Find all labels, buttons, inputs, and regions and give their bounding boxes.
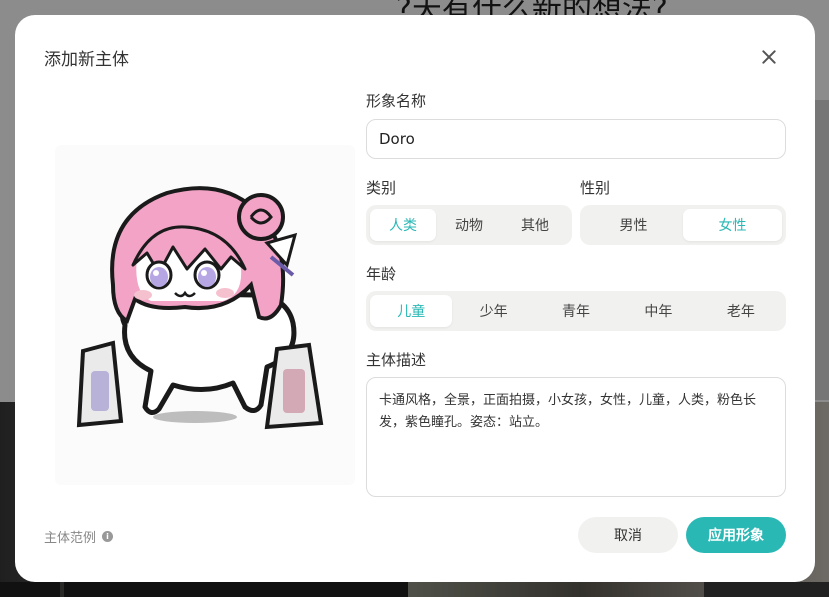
gender-option-male[interactable]: 男性 xyxy=(584,209,683,241)
category-option-human[interactable]: 人类 xyxy=(370,209,436,241)
age-option-youth[interactable]: 青年 xyxy=(535,295,617,327)
description-textarea[interactable]: 卡通风格，全景，正面拍摄，小女孩，女性，儿童，人类，粉色长发，紫色瞳孔。姿态：站… xyxy=(366,377,786,497)
subject-preview-image xyxy=(55,145,355,485)
age-segmented-control: 儿童 少年 青年 中年 老年 xyxy=(366,291,786,331)
subject-example-link[interactable]: 主体范例 i xyxy=(44,527,114,546)
age-option-teen[interactable]: 少年 xyxy=(452,295,534,327)
age-option-middle-aged[interactable]: 中年 xyxy=(617,295,699,327)
apply-subject-button[interactable]: 应用形象 xyxy=(686,517,786,553)
gender-label: 性别 xyxy=(580,179,611,197)
info-icon[interactable]: i xyxy=(102,531,114,542)
age-label: 年龄 xyxy=(366,265,397,283)
dialog-title: 添加新主体 xyxy=(44,50,129,70)
age-option-child[interactable]: 儿童 xyxy=(370,295,453,327)
category-segmented-control: 人类 动物 其他 xyxy=(366,205,572,245)
age-option-elderly[interactable]: 老年 xyxy=(700,295,782,327)
add-subject-dialog: 添加新主体 形象名称 Doro 类别 人类 动物 其他 性别 男性 女性 年龄 … xyxy=(15,15,815,582)
subject-example-label: 主体范例 xyxy=(44,531,97,546)
gender-segmented-control: 男性 女性 xyxy=(580,205,786,245)
name-label: 形象名称 xyxy=(366,92,427,110)
character-illustration xyxy=(76,186,324,430)
category-label: 类别 xyxy=(366,179,397,197)
cancel-button[interactable]: 取消 xyxy=(578,517,678,553)
name-input[interactable] xyxy=(366,119,786,159)
category-option-other[interactable]: 其他 xyxy=(502,209,568,241)
description-label: 主体描述 xyxy=(366,351,427,369)
close-icon[interactable] xyxy=(757,45,781,69)
category-option-animal[interactable]: 动物 xyxy=(436,209,502,241)
gender-option-female[interactable]: 女性 xyxy=(683,209,782,241)
